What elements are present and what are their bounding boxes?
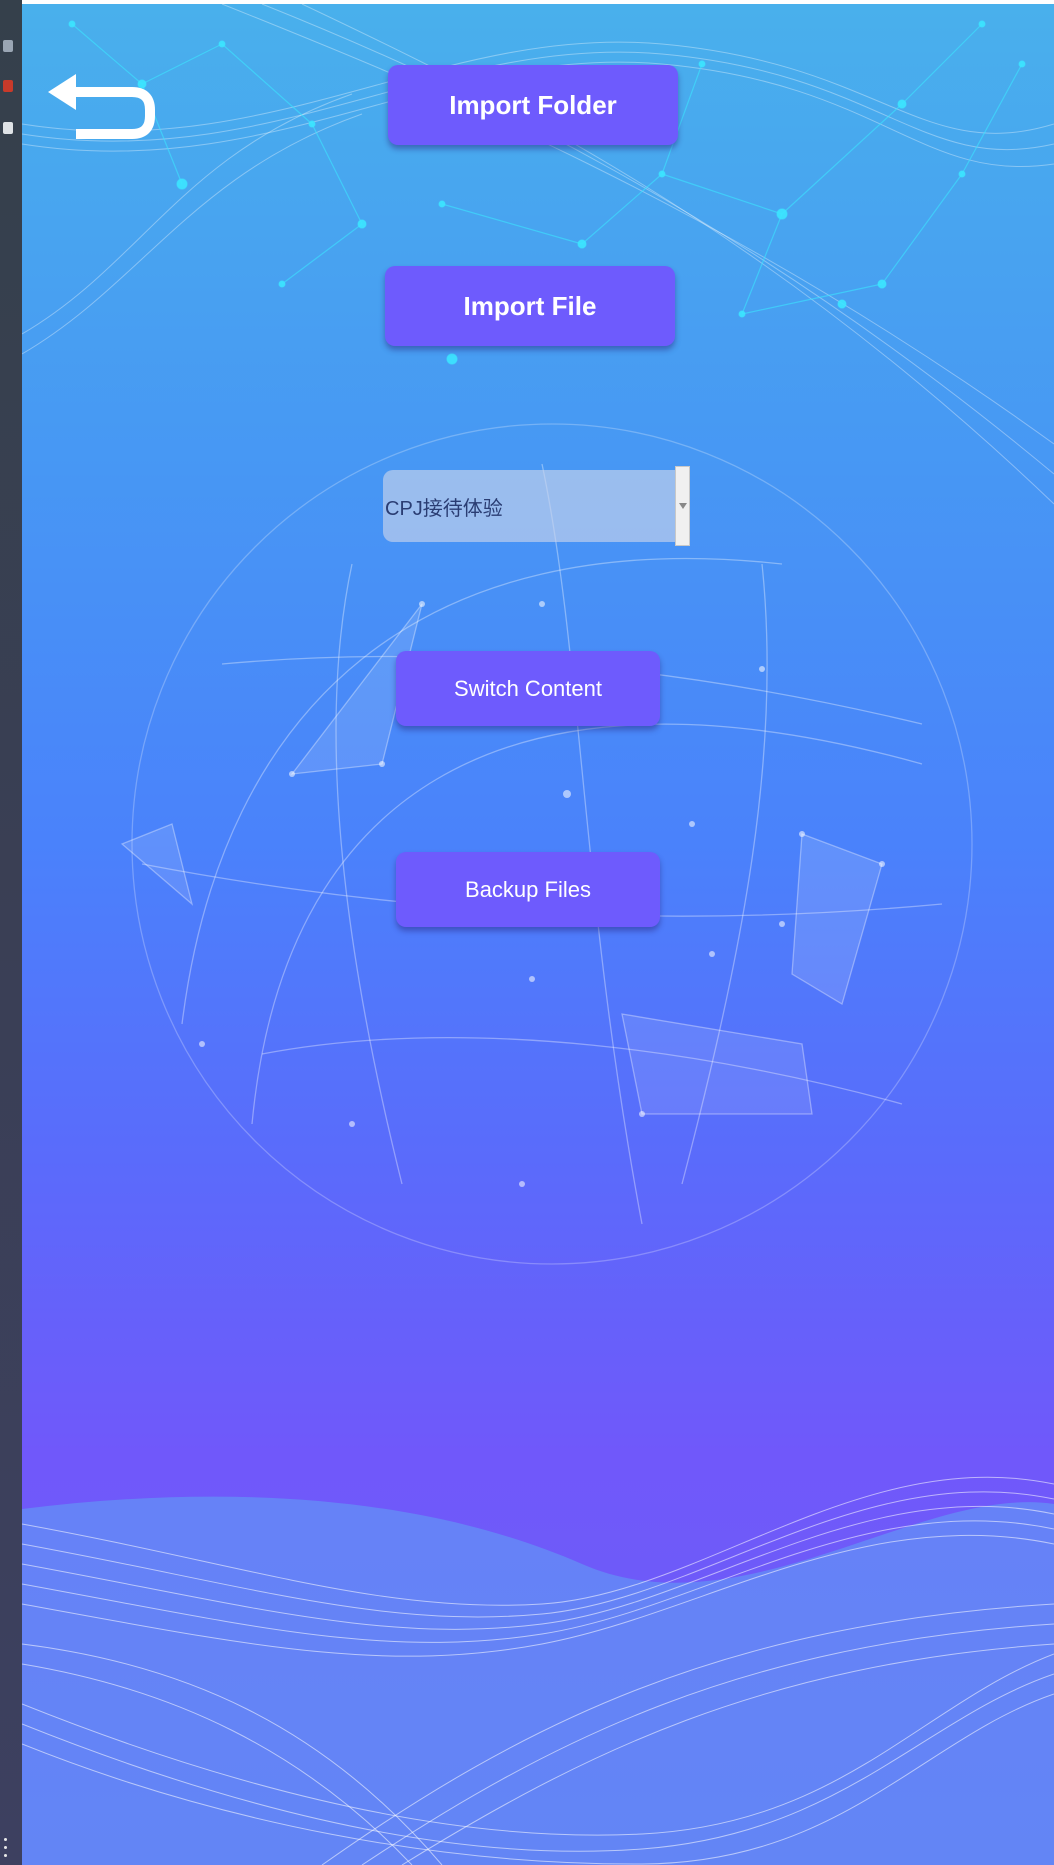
globe-graphic [120, 423, 973, 1265]
backup-files-button[interactable]: Backup Files [396, 852, 660, 927]
window-icon[interactable] [3, 40, 13, 52]
record-icon[interactable] [3, 80, 13, 92]
back-button[interactable] [46, 72, 156, 152]
app-canvas: Import Folder Import File CPJ接待体验 Switch… [22, 4, 1054, 1865]
switch-content-button[interactable]: Switch Content [396, 651, 660, 726]
grip-icon[interactable] [4, 1854, 7, 1857]
panel-icon[interactable] [3, 122, 13, 134]
side-strip [0, 0, 22, 1865]
grip-icon[interactable] [4, 1838, 7, 1841]
import-folder-button[interactable]: Import Folder [388, 65, 678, 145]
content-select-value: CPJ接待体验 [385, 497, 503, 520]
content-select[interactable]: CPJ接待体验 [383, 470, 675, 542]
return-arrow-icon [48, 74, 155, 139]
content-select-toggle[interactable] [675, 466, 690, 546]
grip-icon[interactable] [4, 1846, 7, 1849]
import-file-button[interactable]: Import File [385, 266, 675, 346]
triangle-down-icon [678, 503, 687, 509]
bottom-wave-fill [22, 1496, 1054, 1865]
